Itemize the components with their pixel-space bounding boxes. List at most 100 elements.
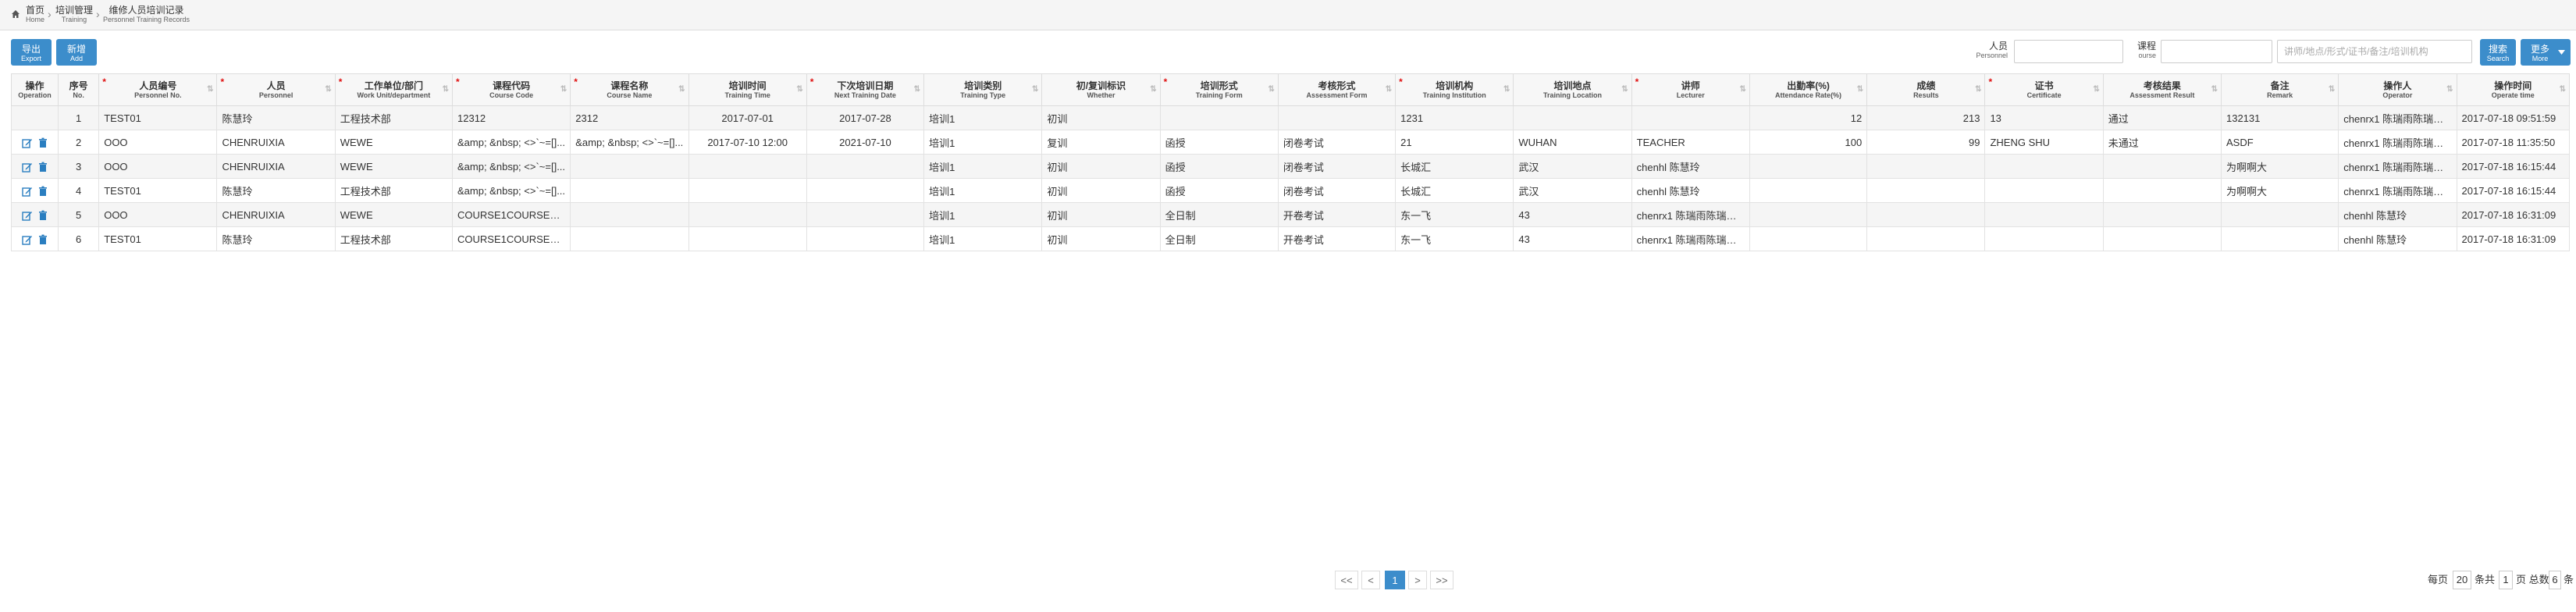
column-header[interactable]: * 培训形式 Training Form ⇅ bbox=[1159, 73, 1279, 106]
delete-icon[interactable] bbox=[37, 186, 48, 197]
column-header[interactable]: * 下次培训日期 Next Training Date ⇅ bbox=[806, 73, 925, 106]
column-header[interactable]: 成绩 Results ⇅ bbox=[1866, 73, 1986, 106]
column-header[interactable]: 考核形式 Assessment Form ⇅ bbox=[1277, 73, 1397, 106]
cell-lecturer bbox=[1631, 105, 1750, 130]
column-header[interactable]: 培训时间 Training Time ⇅ bbox=[688, 73, 807, 106]
delete-icon[interactable] bbox=[37, 137, 48, 148]
sort-icon[interactable]: ⇅ bbox=[1975, 85, 1981, 94]
column-header[interactable]: * 工作单位/部门 Work Unit/department ⇅ bbox=[334, 73, 454, 106]
pagination-prev[interactable]: < bbox=[1361, 571, 1380, 589]
pagination-current-page[interactable]: 1 bbox=[1385, 571, 1405, 589]
cell-certificate bbox=[1984, 226, 2104, 251]
sort-icon[interactable]: ⇅ bbox=[1857, 85, 1863, 94]
pagination-next[interactable]: > bbox=[1408, 571, 1427, 589]
cell-lecturer: chenhl 陈慧玲 bbox=[1631, 154, 1750, 179]
column-header-sub: Course Name bbox=[607, 91, 653, 99]
sort-icon[interactable]: ⇅ bbox=[796, 85, 802, 94]
sort-icon[interactable]: ⇅ bbox=[1032, 85, 1038, 94]
sort-icon[interactable]: ⇅ bbox=[914, 85, 920, 94]
required-marker: * bbox=[1163, 76, 1168, 87]
column-header[interactable]: 培训类别 Training Type ⇅ bbox=[923, 73, 1043, 106]
edit-icon[interactable] bbox=[21, 234, 33, 245]
per-page-unit: 条共 bbox=[2475, 574, 2496, 585]
home-icon[interactable] bbox=[11, 9, 20, 19]
sort-icon[interactable]: ⇅ bbox=[325, 85, 331, 94]
column-header[interactable]: * 培训机构 Training Institution ⇅ bbox=[1395, 73, 1514, 106]
breadcrumb-home[interactable]: 首页 Home bbox=[26, 5, 44, 24]
pagination-first[interactable]: << bbox=[1335, 571, 1358, 589]
cell-attendance bbox=[1749, 202, 1868, 227]
cell-unit: 工程技术部 bbox=[334, 178, 454, 203]
column-header[interactable]: * 讲师 Lecturer ⇅ bbox=[1631, 73, 1750, 106]
column-header[interactable]: 初/复训标识 Whether ⇅ bbox=[1041, 73, 1161, 106]
personnel-filter-input[interactable] bbox=[2014, 40, 2123, 63]
per-page-select[interactable]: 20 bbox=[2453, 571, 2471, 589]
column-header[interactable]: 考核结果 Assessment Result ⇅ bbox=[2102, 73, 2222, 106]
course-filter-input[interactable] bbox=[2161, 40, 2272, 63]
operation-cell bbox=[10, 202, 59, 227]
sort-icon[interactable]: ⇅ bbox=[443, 85, 449, 94]
sort-icon[interactable]: ⇅ bbox=[1386, 85, 1392, 94]
cell-attendance bbox=[1749, 154, 1868, 179]
column-header[interactable]: 培训地点 Training Location ⇅ bbox=[1513, 73, 1632, 106]
column-header[interactable]: 操作人 Operator ⇅ bbox=[2338, 73, 2457, 106]
column-header-sub: Whether bbox=[1087, 91, 1115, 99]
sort-icon[interactable]: ⇅ bbox=[2446, 85, 2453, 94]
table-row[interactable]: 4 TEST01 陈慧玲 工程技术部 &amp; &nbsp; <>`~=[]... 培训… bbox=[10, 178, 2571, 203]
keyword-search-input[interactable] bbox=[2277, 40, 2472, 63]
sort-icon[interactable]: ⇅ bbox=[678, 85, 685, 94]
more-button[interactable]: 更多 More bbox=[2521, 39, 2571, 66]
sort-icon[interactable]: ⇅ bbox=[1621, 85, 1628, 94]
breadcrumb-training[interactable]: 培训管理 Training bbox=[55, 5, 93, 24]
edit-icon[interactable] bbox=[21, 186, 33, 197]
column-header: 序号 No. bbox=[58, 73, 100, 106]
column-header[interactable]: * 课程名称 Course Name ⇅ bbox=[570, 73, 689, 106]
column-header[interactable]: 出勤率(%) Attendance Rate(%) ⇅ bbox=[1749, 73, 1868, 106]
sort-icon[interactable]: ⇅ bbox=[2093, 85, 2099, 94]
sort-icon[interactable]: ⇅ bbox=[560, 85, 567, 94]
column-header[interactable]: * 证书 Certificate ⇅ bbox=[1984, 73, 2104, 106]
sort-icon[interactable]: ⇅ bbox=[1268, 85, 1274, 94]
cell-type: 培训1 bbox=[923, 202, 1043, 227]
sort-icon[interactable]: ⇅ bbox=[1503, 85, 1510, 94]
table-row[interactable]: 1 TEST01 陈慧玲 工程技术部 12312 2312 2017-07-01 2017-0… bbox=[10, 105, 2571, 130]
column-header[interactable]: 操作时间 Operate time ⇅ bbox=[2456, 73, 2571, 106]
table-row[interactable]: 6 TEST01 陈慧玲 工程技术部 COURSE1COURSE1CO... 培训1 初训全… bbox=[10, 226, 2571, 251]
edit-icon[interactable] bbox=[21, 162, 33, 173]
sort-icon[interactable]: ⇅ bbox=[1150, 85, 1156, 94]
table-row[interactable]: 2 OOO CHENRUIXIA WEWE &amp; &nbsp; <>`~=[]..… bbox=[10, 130, 2571, 155]
delete-icon[interactable] bbox=[37, 162, 48, 173]
cell-assess-result bbox=[2102, 202, 2222, 227]
export-button[interactable]: 导出 Export bbox=[11, 39, 52, 66]
column-header[interactable]: * 课程代码 Course Code ⇅ bbox=[451, 73, 571, 106]
delete-icon[interactable] bbox=[37, 210, 48, 221]
column-header[interactable]: * 人员 Personnel ⇅ bbox=[216, 73, 336, 106]
cell-lecturer: chenrx1 陈瑞雨陈瑞雨陈... bbox=[1631, 202, 1750, 227]
chevron-right-icon: › bbox=[96, 8, 100, 20]
edit-icon[interactable] bbox=[21, 210, 33, 221]
cell-institution: 东一飞 bbox=[1395, 202, 1514, 227]
sort-icon[interactable]: ⇅ bbox=[2560, 85, 2566, 94]
column-header[interactable]: * 人员编号 Personnel No. ⇅ bbox=[98, 73, 218, 106]
sort-icon[interactable]: ⇅ bbox=[1740, 85, 1746, 94]
table-row[interactable]: 5 OOO CHENRUIXIA WEWE COURSE1COURSE1CO... 培训1… bbox=[10, 202, 2571, 227]
column-header-sub: Assessment Result bbox=[2129, 91, 2195, 99]
cell-course-name bbox=[570, 178, 689, 203]
add-button[interactable]: 新增 Add bbox=[56, 39, 97, 66]
breadcrumb-training-sub: Training bbox=[61, 16, 87, 23]
sort-icon[interactable]: ⇅ bbox=[2329, 85, 2335, 94]
sort-icon[interactable]: ⇅ bbox=[2211, 85, 2218, 94]
column-header-sub: Training Location bbox=[1543, 91, 1603, 99]
column-header[interactable]: 备注 Remark ⇅ bbox=[2220, 73, 2339, 106]
table-row[interactable]: 3 OOO CHENRUIXIA WEWE &amp; &nbsp; <>`~=[]..… bbox=[10, 154, 2571, 179]
more-button-label: 更多 bbox=[2530, 44, 2549, 55]
cell-whether: 初训 bbox=[1041, 105, 1161, 130]
cell-no: 2 bbox=[58, 130, 100, 155]
cell-no: 3 bbox=[58, 154, 100, 179]
sort-icon[interactable]: ⇅ bbox=[207, 85, 213, 94]
column-header-sub: Operator bbox=[2382, 91, 2413, 99]
delete-icon[interactable] bbox=[37, 234, 48, 245]
search-button[interactable]: 搜索 Search bbox=[2480, 39, 2516, 66]
edit-icon[interactable] bbox=[21, 137, 33, 148]
pagination-last[interactable]: >> bbox=[1430, 571, 1453, 589]
